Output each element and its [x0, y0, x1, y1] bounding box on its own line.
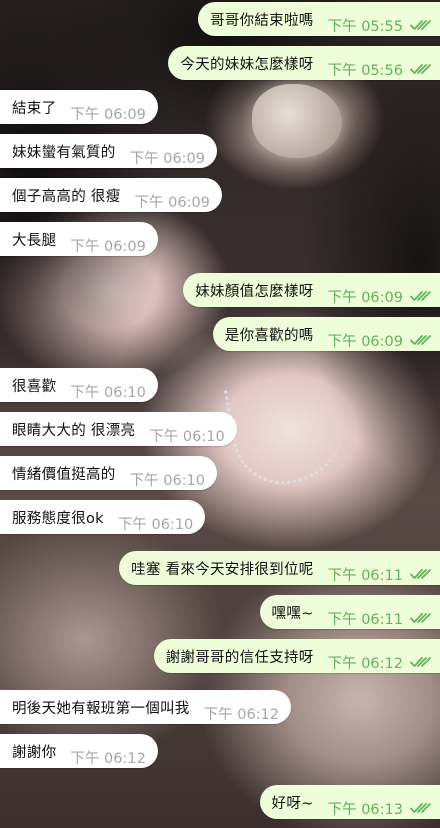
- message-time: 下午 06:10: [149, 428, 225, 445]
- message-time: 下午 06:09: [129, 150, 206, 167]
- message-time: 下午 06:11: [327, 567, 403, 584]
- message-time: 下午 06:09: [70, 238, 146, 255]
- message-time: 下午 06:13: [327, 801, 403, 818]
- message-time: 下午 06:11: [327, 611, 403, 628]
- read-check-icon: [410, 802, 432, 814]
- message-text: 結束了: [12, 100, 57, 117]
- message-time: 下午 06:10: [129, 472, 206, 489]
- message-text: 大長腿: [12, 232, 57, 249]
- message-text: 嘿嘿~: [271, 605, 314, 622]
- message-time: 下午 06:09: [327, 333, 403, 350]
- message-incoming[interactable]: 眼睛大大的 很漂亮 下午 06:10: [0, 412, 237, 446]
- message-incoming[interactable]: 個子高高的 很瘦 下午 06:09: [0, 178, 222, 212]
- message-text: 明後天她有報班第一個叫我: [12, 700, 190, 717]
- message-incoming[interactable]: 很喜歡 下午 06:10: [0, 368, 158, 402]
- message-text: 今天的妹妹怎麼樣呀: [180, 56, 314, 73]
- message-text: 謝謝哥哥的信任支持呀: [165, 649, 314, 666]
- message-text: 好呀~: [271, 795, 314, 812]
- message-time: 下午 06:10: [117, 516, 194, 533]
- message-outgoing[interactable]: 哥哥你結束啦嗎 下午 05:55: [197, 2, 440, 36]
- message-text: 哇塞 看來今天安排很到位呢: [131, 561, 314, 578]
- message-outgoing[interactable]: 謝謝哥哥的信任支持呀 下午 06:12: [153, 639, 440, 673]
- message-time: 下午 05:55: [327, 18, 403, 35]
- message-time: 下午 06:12: [327, 655, 403, 672]
- message-time: 下午 06:10: [70, 384, 146, 401]
- read-check-icon: [410, 568, 432, 580]
- message-list[interactable]: 哥哥你結束啦嗎 下午 05:55 今天的妹妹怎麼樣呀 下午 05:56 結束了 …: [0, 0, 440, 828]
- message-time: 下午 06:09: [327, 289, 403, 306]
- read-check-icon: [410, 612, 432, 624]
- message-incoming[interactable]: 結束了 下午 06:09: [0, 90, 158, 124]
- message-incoming[interactable]: 謝謝你 下午 06:12: [0, 734, 158, 768]
- message-outgoing[interactable]: 嘿嘿~ 下午 06:11: [259, 595, 440, 629]
- message-text: 很喜歡: [12, 378, 57, 395]
- message-time: 下午 05:56: [327, 62, 403, 79]
- message-outgoing[interactable]: 是你喜歡的嗎 下午 06:09: [212, 317, 440, 351]
- message-outgoing[interactable]: 妹妹顏值怎麼樣呀 下午 06:09: [183, 273, 440, 307]
- message-outgoing[interactable]: 今天的妹妹怎麼樣呀 下午 05:56: [168, 46, 440, 80]
- read-check-icon: [410, 656, 432, 668]
- message-time: 下午 06:09: [134, 194, 210, 211]
- message-text: 謝謝你: [12, 744, 57, 761]
- message-text: 眼睛大大的 很漂亮: [12, 422, 136, 439]
- message-text: 是你喜歡的嗎: [224, 327, 314, 344]
- message-text: 個子高高的 很瘦: [12, 188, 121, 205]
- message-outgoing[interactable]: 好呀~ 下午 06:13: [259, 785, 440, 819]
- read-check-icon: [410, 63, 432, 75]
- message-time: 下午 06:12: [203, 706, 280, 723]
- message-text: 妹妹顏值怎麼樣呀: [195, 283, 314, 300]
- message-incoming[interactable]: 明後天她有報班第一個叫我 下午 06:12: [0, 690, 292, 724]
- message-incoming[interactable]: 服務態度很ok 下午 06:10: [0, 500, 206, 534]
- message-incoming[interactable]: 大長腿 下午 06:09: [0, 222, 158, 256]
- message-incoming[interactable]: 情緒價值挺高的 下午 06:10: [0, 456, 218, 490]
- message-incoming[interactable]: 妹妹蠻有氣質的 下午 06:09: [0, 134, 218, 168]
- read-check-icon: [410, 290, 432, 302]
- read-check-icon: [410, 334, 432, 346]
- message-outgoing[interactable]: 哇塞 看來今天安排很到位呢 下午 06:11: [119, 551, 440, 585]
- message-text: 妹妹蠻有氣質的: [12, 144, 116, 161]
- message-time: 下午 06:09: [70, 106, 146, 123]
- message-text: 服務態度很ok: [12, 510, 104, 527]
- message-text: 情緒價值挺高的: [12, 466, 116, 483]
- read-check-icon: [410, 19, 432, 31]
- message-text: 哥哥你結束啦嗎: [209, 12, 314, 29]
- message-time: 下午 06:12: [70, 750, 146, 767]
